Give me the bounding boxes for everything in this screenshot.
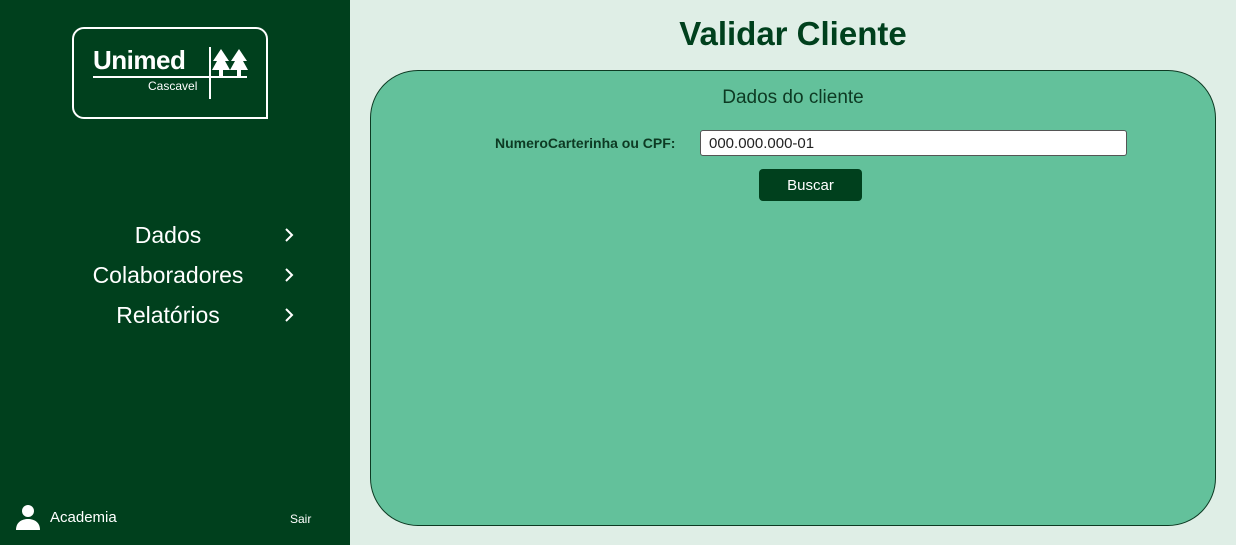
unimed-tree-icon (212, 49, 248, 76)
sidebar: Unimed Cascavel Dados Colaboradores Rela… (0, 0, 350, 545)
logo-divider (209, 47, 211, 99)
sidebar-nav: Dados Colaboradores Relatórios (0, 215, 350, 335)
panel-title: Dados do cliente (722, 87, 864, 108)
chevron-right-icon (285, 308, 294, 322)
sidebar-item-colaboradores[interactable]: Colaboradores (0, 255, 350, 295)
card-or-cpf-input[interactable] (700, 130, 1127, 156)
sidebar-item-relatorios[interactable]: Relatórios (0, 295, 350, 335)
page-title: Validar Cliente (679, 15, 907, 52)
sidebar-item-dados[interactable]: Dados (0, 215, 350, 255)
client-data-panel: Dados do cliente NumeroCarterinha ou CPF… (370, 70, 1216, 526)
card-or-cpf-label: NumeroCarterinha ou CPF: (495, 135, 676, 151)
logo-subtitle: Cascavel (148, 79, 198, 93)
chevron-right-icon (285, 268, 294, 282)
logout-link[interactable]: Sair (290, 512, 311, 526)
logo-underline (93, 76, 247, 78)
user-profile[interactable]: Academia (14, 503, 117, 531)
chevron-right-icon (285, 228, 294, 242)
search-button[interactable]: Buscar (759, 169, 862, 201)
logo-brand-text: Unimed (93, 45, 186, 75)
user-name: Academia (50, 508, 117, 526)
unimed-logo[interactable]: Unimed Cascavel (72, 27, 268, 119)
user-icon (16, 505, 40, 530)
